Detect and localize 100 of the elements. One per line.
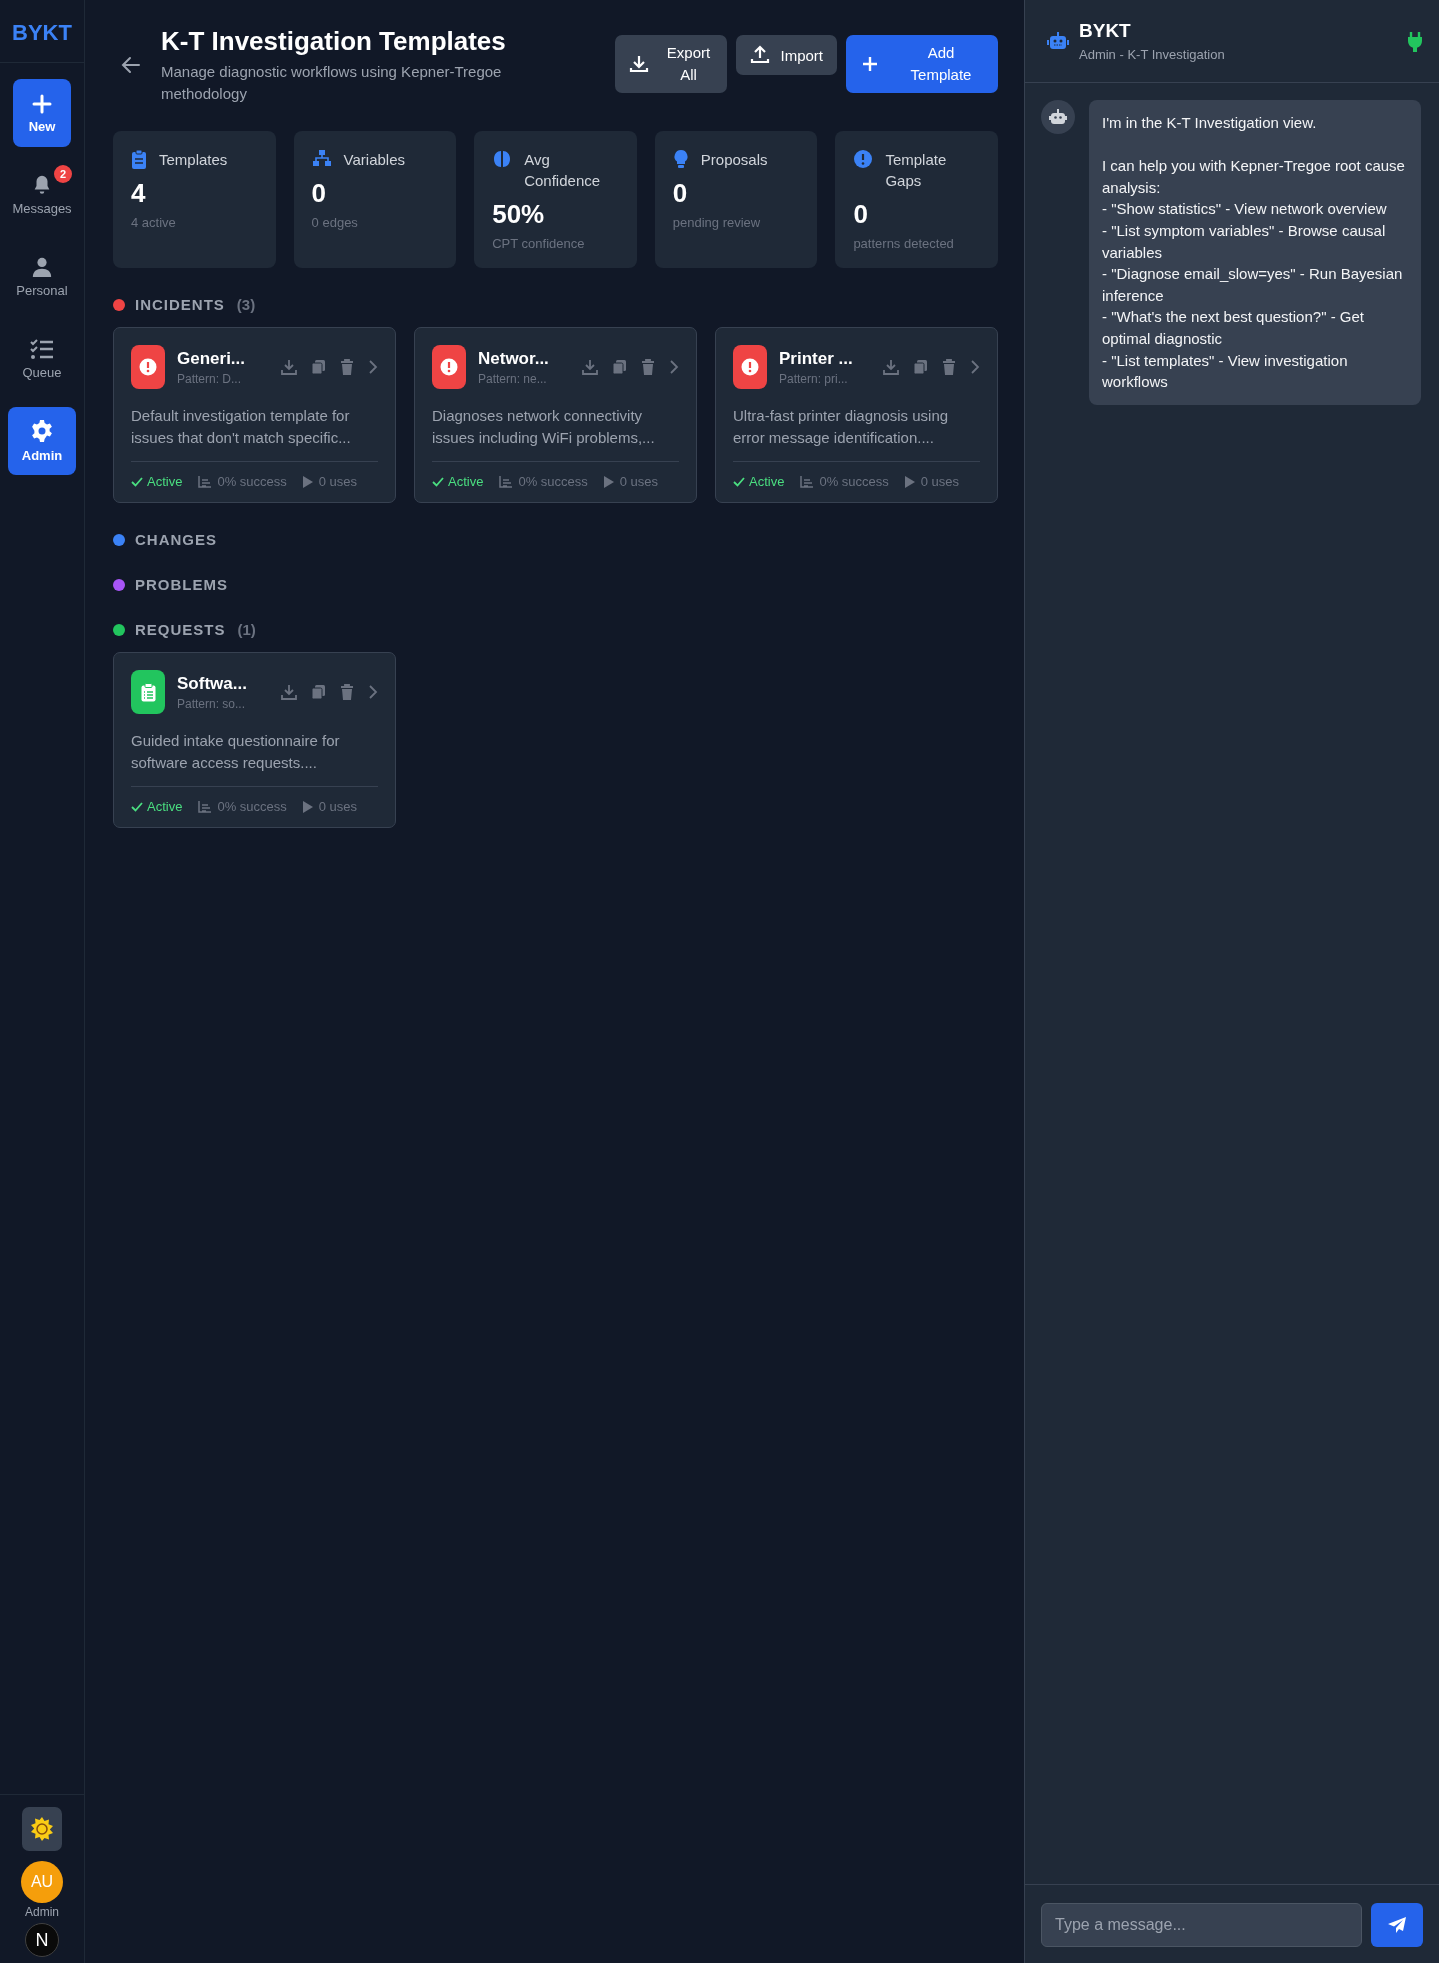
alert-icon (741, 358, 759, 376)
stat-caption: 0 edges (311, 215, 359, 230)
stat-value: 4 (131, 178, 147, 209)
template-card[interactable]: Generi... Pattern: D... Default investigation template for issues that don't match specific... Active 0% success 0 uses (113, 327, 396, 503)
download-icon[interactable] (582, 359, 598, 375)
stat-label: Template Gaps (885, 150, 948, 191)
status-text: Active (448, 474, 484, 489)
play-icon (904, 475, 915, 488)
nav-item[interactable]: Personal (8, 243, 76, 311)
person-icon (31, 256, 53, 278)
theme-toggle-button[interactable] (22, 1807, 62, 1851)
success-rate: 0% success (518, 474, 588, 489)
usage-count: 0 uses (619, 474, 659, 489)
trash-icon[interactable] (942, 359, 956, 375)
message-input[interactable]: Type a message... (1041, 1903, 1362, 1947)
play-icon (302, 475, 313, 488)
download-icon[interactable] (281, 359, 297, 375)
stat-label: Templates (159, 150, 229, 170)
status-text: Active (749, 474, 785, 489)
download-icon[interactable] (281, 684, 297, 700)
stat-caption: pending review (672, 215, 762, 230)
check-icon (733, 476, 745, 487)
usage-count: 0 uses (920, 474, 960, 489)
alert-icon (853, 149, 874, 169)
stat-caption: CPT confidence (492, 236, 586, 251)
checklist-icon (30, 338, 54, 360)
download-icon (629, 54, 650, 74)
usage-count: 0 uses (318, 474, 358, 489)
chevron-right-icon[interactable] (970, 359, 980, 375)
plus-icon (31, 92, 53, 115)
nav-item[interactable]: Messages 2 (8, 161, 76, 229)
export-button[interactable]: Export All (615, 35, 728, 93)
page-subtitle: Manage diagnostic workflows using Kepner-Tregoe methodology (161, 62, 503, 104)
chevron-right-icon[interactable] (368, 359, 378, 375)
stat-label: Avg Confidence (524, 150, 602, 191)
status-text: Active (147, 799, 183, 814)
clipboard-icon (131, 149, 147, 169)
success-rate: 0% success (217, 474, 287, 489)
app-logo: BYKT (0, 0, 84, 63)
page-title: K-T Investigation Templates (161, 26, 507, 57)
category-heading: CHANGES (135, 531, 217, 548)
bar-chart-icon (800, 475, 814, 488)
copy-icon[interactable] (913, 359, 928, 375)
template-card[interactable]: Softwa... Pattern: so... Guided intake questionnaire for software access requests.... Active 0% success 0 uses (113, 652, 396, 828)
bar-chart-icon (198, 475, 212, 488)
chevron-right-icon[interactable] (669, 359, 679, 375)
usage-count: 0 uses (318, 799, 358, 814)
nav-item[interactable]: Queue (8, 325, 76, 393)
trash-icon[interactable] (340, 684, 354, 700)
trash-icon[interactable] (340, 359, 354, 375)
chat-message: I'm in the K-T Investigation view. I can help you with Kepner-Tregoe root cause analysis: - "Show statistics" - View network overview - "List symptom variables" - Browse causal variables - "Diagnose email_slow=yes" - Run Bayesian inference - "What's the next best question?" - Get optimal diagnostic - "List templates" - View investigation workflows (1089, 100, 1421, 405)
template-pattern: Pattern: D... (177, 371, 243, 386)
dev-tools-badge[interactable]: N (25, 1923, 59, 1957)
template-title: Networ... (478, 348, 550, 369)
chat-subtitle: Admin - K-T Investigation (1079, 47, 1226, 62)
copy-icon[interactable] (612, 359, 627, 375)
success-rate: 0% success (217, 799, 287, 814)
stat-caption: patterns detected (853, 236, 955, 251)
copy-icon[interactable] (311, 684, 326, 700)
template-card[interactable]: Networ... Pattern: ne... Diagnoses network connectivity issues including WiFi problems,... Active 0% success 0 uses (414, 327, 697, 503)
robot-icon (1049, 109, 1067, 125)
add-button[interactable]: Add Template (846, 35, 998, 93)
robot-icon (1047, 31, 1069, 51)
new-button[interactable]: New (13, 79, 71, 147)
send-icon (1387, 1916, 1407, 1934)
stat-value: 0 (311, 178, 328, 209)
copy-icon[interactable] (311, 359, 326, 375)
template-title: Softwa... (177, 673, 248, 694)
alert-icon (139, 358, 157, 376)
network-icon (311, 149, 332, 167)
success-rate: 0% success (819, 474, 889, 489)
stat-caption: 4 active (131, 215, 177, 230)
template-description: Diagnoses network connectivity issues including WiFi problems,... (432, 405, 679, 462)
import-button[interactable]: Import (736, 35, 837, 75)
nav-item[interactable]: Admin (8, 407, 76, 475)
check-icon (131, 476, 143, 487)
status-text: Active (147, 474, 183, 489)
category-heading: INCIDENTS (135, 296, 225, 313)
category-count: (1) (237, 621, 256, 638)
download-icon[interactable] (883, 359, 899, 375)
stat-value: 0 (853, 199, 869, 230)
trash-icon[interactable] (641, 359, 655, 375)
stat-label: Variables (343, 150, 406, 170)
user-role-label: Admin (25, 1905, 59, 1919)
stat-value: 0 (672, 178, 689, 209)
category-heading: REQUESTS (135, 621, 226, 638)
category-heading: PROBLEMS (135, 576, 228, 593)
stat-label: Proposals (700, 150, 769, 170)
play-icon (603, 475, 614, 488)
template-card[interactable]: Printer ... Pattern: pri... Ultra-fast printer diagnosis using error message identification.... Active 0% success 0 uses (715, 327, 998, 503)
template-pattern: Pattern: so... (177, 696, 247, 711)
check-icon (131, 801, 143, 812)
bar-chart-icon (499, 475, 513, 488)
template-title: Generi... (177, 348, 247, 369)
brain-icon (492, 149, 513, 169)
upload-icon (750, 45, 771, 65)
send-button[interactable] (1371, 1903, 1423, 1947)
chevron-right-icon[interactable] (368, 684, 378, 700)
back-arrow-icon[interactable] (121, 56, 141, 74)
category-count: (3) (236, 296, 256, 313)
